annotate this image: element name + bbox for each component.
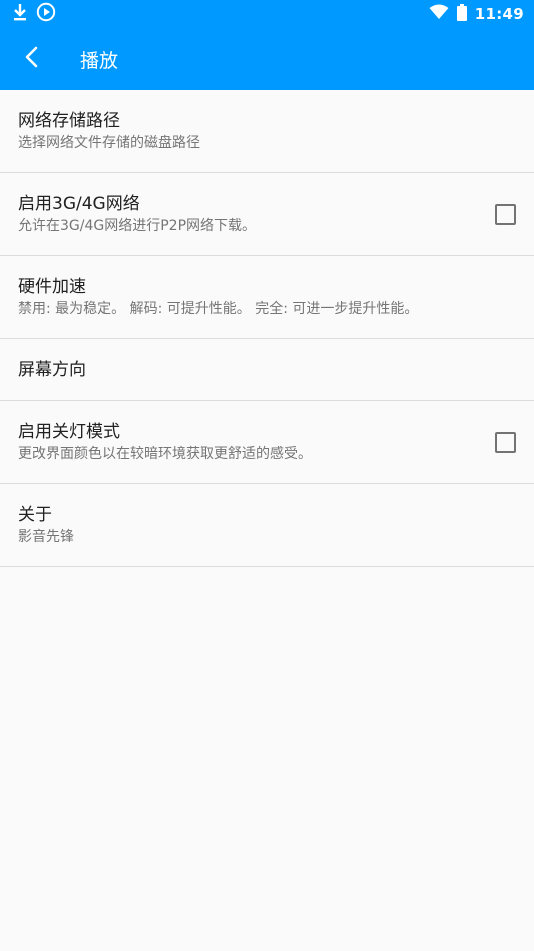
setting-lights-off-mode[interactable]: 启用关灯模式 更改界面颜色以在较暗环境获取更舒适的感受。 bbox=[0, 401, 534, 484]
setting-title: 启用3G/4G网络 bbox=[18, 193, 140, 214]
setting-summary: 更改界面颜色以在较暗环境获取更舒适的感受。 bbox=[18, 445, 312, 462]
settings-list: 网络存储路径 选择网络文件存储的磁盘路径 启用3G/4G网络 允许在3G/4G网… bbox=[0, 90, 534, 567]
setting-text: 屏幕方向 bbox=[18, 359, 86, 381]
setting-screen-orientation[interactable]: 屏幕方向 bbox=[0, 339, 534, 401]
status-bar-right: 11:49 bbox=[429, 3, 524, 25]
setting-summary: 选择网络文件存储的磁盘路径 bbox=[18, 134, 200, 151]
chevron-left-icon bbox=[24, 46, 40, 72]
status-time: 11:49 bbox=[474, 5, 524, 23]
setting-text: 硬件加速 禁用: 最为稳定。 解码: 可提升性能。 完全: 可进一步提升性能。 bbox=[18, 276, 418, 319]
setting-summary: 影音先锋 bbox=[18, 528, 74, 545]
setting-title: 网络存储路径 bbox=[18, 110, 120, 131]
play-circle-icon bbox=[36, 2, 56, 26]
setting-enable-mobile-network[interactable]: 启用3G/4G网络 允许在3G/4G网络进行P2P网络下载。 bbox=[0, 173, 534, 256]
setting-about[interactable]: 关于 影音先锋 bbox=[0, 484, 534, 567]
wifi-icon bbox=[429, 4, 449, 24]
lights-off-checkbox[interactable] bbox=[495, 431, 516, 453]
setting-summary: 允许在3G/4G网络进行P2P网络下载。 bbox=[18, 217, 257, 234]
status-bar-left bbox=[12, 2, 56, 26]
app-bar: 播放 bbox=[0, 28, 534, 90]
setting-title: 启用关灯模式 bbox=[18, 421, 120, 442]
setting-hardware-acceleration[interactable]: 硬件加速 禁用: 最为稳定。 解码: 可提升性能。 完全: 可进一步提升性能。 bbox=[0, 256, 534, 339]
setting-text: 网络存储路径 选择网络文件存储的磁盘路径 bbox=[18, 110, 200, 153]
back-button[interactable] bbox=[0, 28, 64, 90]
status-bar: 11:49 bbox=[0, 0, 534, 28]
setting-summary: 禁用: 最为稳定。 解码: 可提升性能。 完全: 可进一步提升性能。 bbox=[18, 300, 419, 317]
setting-text: 启用关灯模式 更改界面颜色以在较暗环境获取更舒适的感受。 bbox=[18, 421, 312, 464]
setting-title: 关于 bbox=[18, 504, 52, 525]
mobile-network-checkbox[interactable] bbox=[495, 203, 516, 225]
setting-text: 关于 影音先锋 bbox=[18, 504, 74, 547]
setting-title: 屏幕方向 bbox=[18, 359, 86, 380]
page-title: 播放 bbox=[80, 49, 119, 72]
download-icon bbox=[12, 3, 28, 25]
setting-network-storage-path[interactable]: 网络存储路径 选择网络文件存储的磁盘路径 bbox=[0, 90, 534, 173]
setting-text: 启用3G/4G网络 允许在3G/4G网络进行P2P网络下载。 bbox=[18, 193, 256, 236]
setting-title: 硬件加速 bbox=[18, 276, 86, 297]
battery-icon bbox=[456, 3, 467, 25]
